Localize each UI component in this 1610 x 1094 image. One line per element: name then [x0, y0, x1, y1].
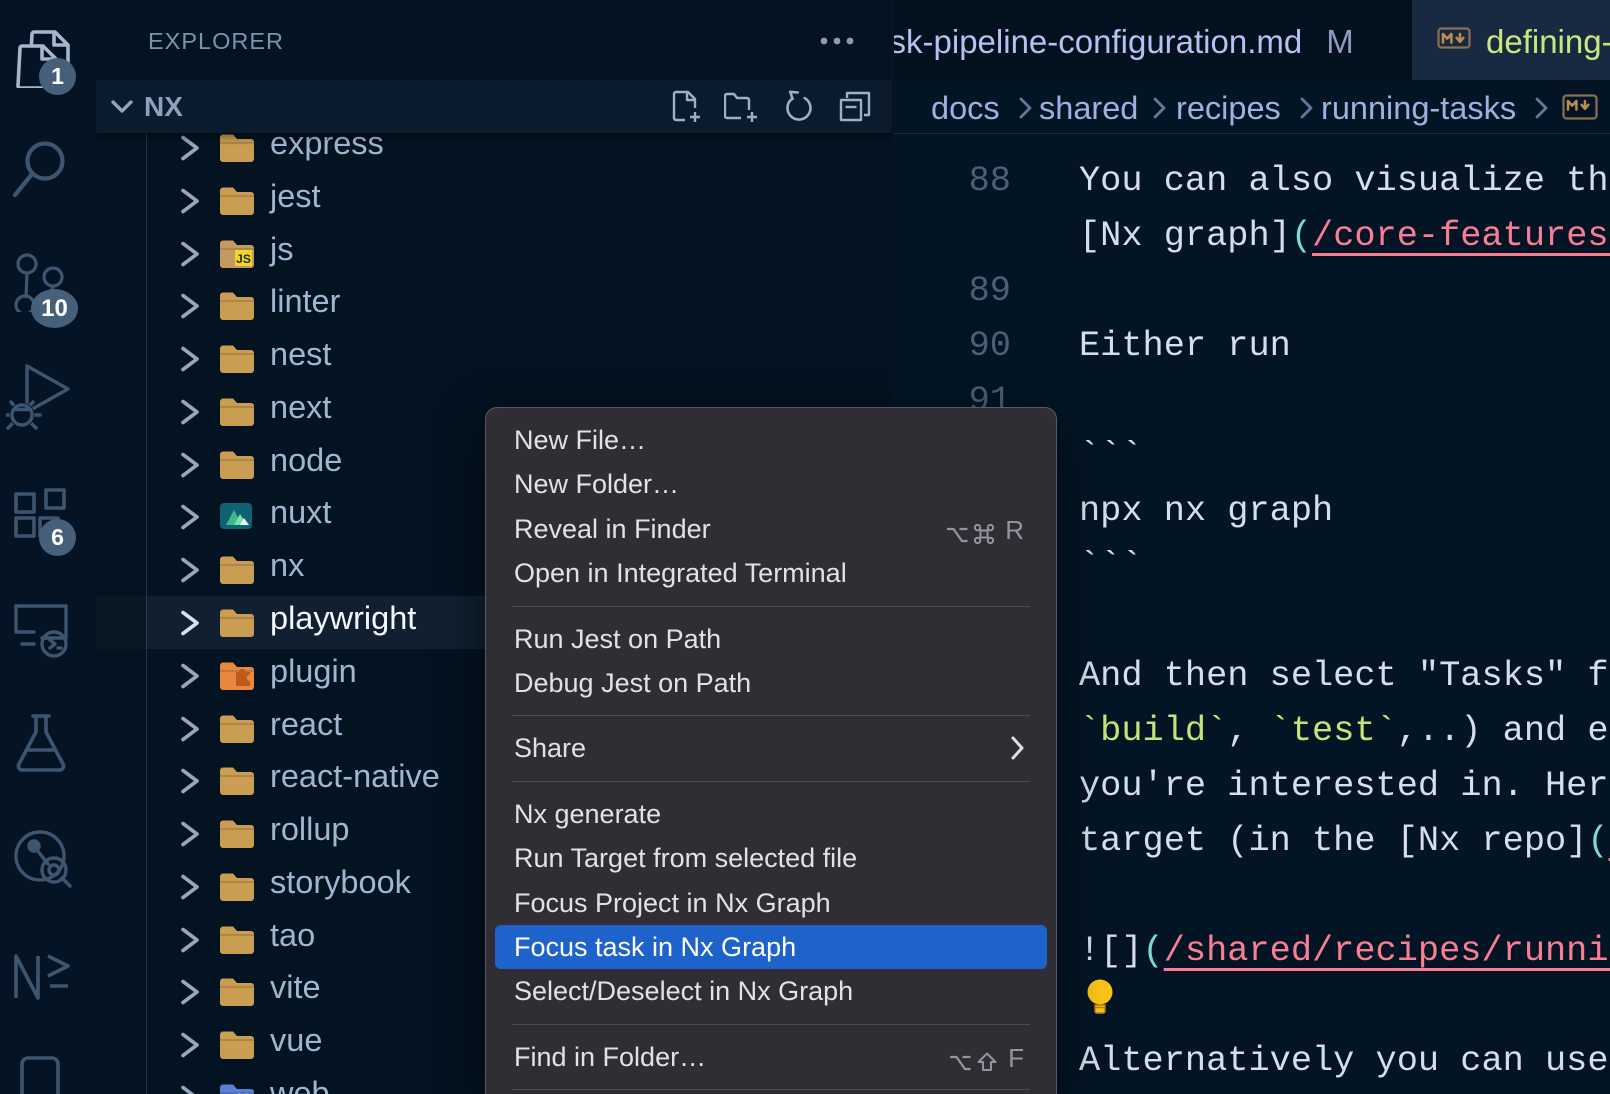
svg-text:JS: JS: [236, 252, 251, 266]
